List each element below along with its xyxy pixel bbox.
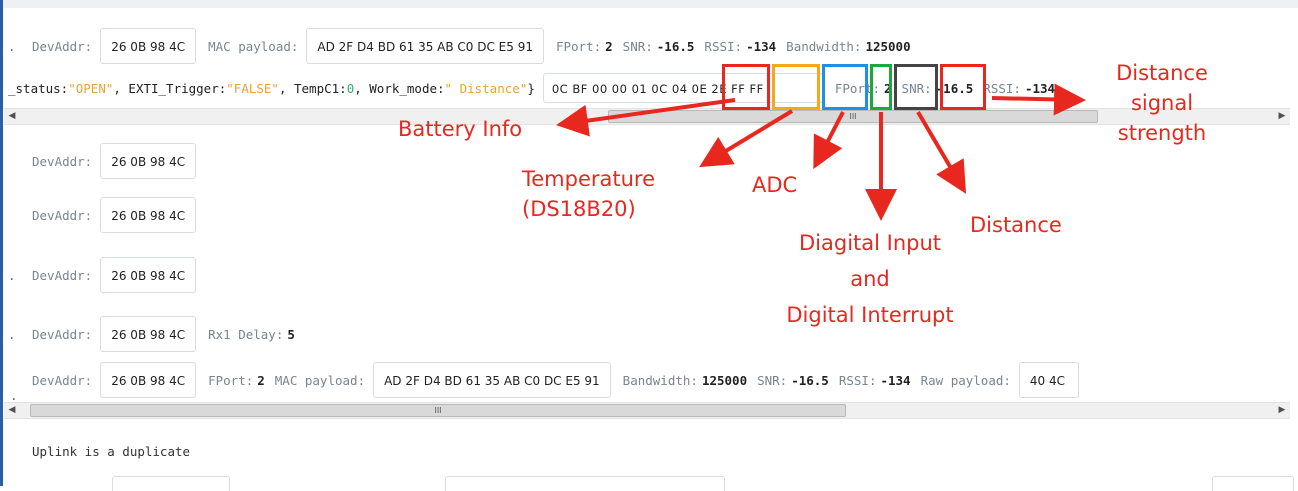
scrollbar-thumb[interactable]: III — [608, 110, 1098, 123]
mac-payload-field[interactable]: AD 2F D4 BD 61 35 AB C0 DC E5 91 — [306, 28, 544, 64]
devaddr-label: DevAddr: — [32, 326, 93, 342]
fport-label: FPort: — [208, 372, 254, 388]
partial-field — [445, 476, 725, 491]
temperature-highlight-box — [772, 64, 820, 110]
fport-value: 2 — [605, 38, 613, 54]
scroll-left-icon[interactable]: ◀ — [4, 109, 20, 124]
row-dot: . — [10, 388, 18, 403]
horizontal-scrollbar[interactable]: ◀ III ▶ — [4, 402, 1290, 419]
battery-highlight-box — [722, 64, 770, 110]
digital-highlight-box — [870, 64, 892, 110]
rx1-delay-value: 5 — [287, 326, 295, 342]
signal-annotation-line2: signal — [1130, 91, 1194, 115]
signal-strength-highlight-box — [940, 64, 986, 110]
uplink-row: . DevAddr: 26 0B 98 4C — [4, 255, 208, 295]
tempc1-label: , TempC1: — [278, 80, 347, 96]
temperature-annotation: Temperature (DS18B20) — [522, 166, 655, 222]
scroll-right-icon[interactable]: ▶ — [1274, 109, 1290, 124]
duplicate-message: Uplink is a duplicate — [32, 444, 191, 459]
status-label: _status: — [8, 80, 69, 96]
row-dot: . — [8, 38, 16, 54]
bandwidth-label: Bandwidth: — [786, 38, 862, 54]
snr-label: SNR: — [622, 38, 653, 54]
scroll-left-icon[interactable]: ◀ — [4, 403, 20, 418]
exti-value: "FALSE" — [226, 80, 279, 96]
signal-strength-annotation: Distance signal strength — [1100, 60, 1224, 146]
snr-value: -16.5 — [656, 38, 695, 54]
devaddr-label: DevAddr: — [32, 153, 93, 169]
devaddr-label: DevAddr: — [32, 372, 93, 388]
fport-label: FPort: — [555, 38, 602, 54]
digital-annotation-line1: Diagital Input — [798, 231, 942, 255]
snr-value: -16.5 — [791, 372, 829, 388]
rssi-label: RSSI: — [704, 38, 743, 54]
signal-annotation-line1: Distance — [1116, 61, 1208, 85]
temperature-annotation-line2: (DS18B20) — [522, 197, 636, 221]
devaddr-label: DevAddr: — [32, 38, 93, 54]
workmode-value: " Distance" — [444, 80, 528, 96]
digital-annotation-line3: Digital Interrupt — [786, 303, 954, 327]
bandwidth-value: 125000 — [865, 38, 911, 54]
scrollbar-thumb[interactable]: III — [30, 404, 846, 417]
distance-highlight-box — [894, 64, 938, 110]
snr-label: SNR: — [757, 372, 788, 388]
scroll-right-icon[interactable]: ▶ — [1274, 403, 1290, 418]
fport-value: 2 — [257, 372, 265, 388]
adc-highlight-box — [822, 64, 868, 110]
uplink-row: DevAddr: 26 0B 98 4C — [4, 195, 208, 235]
devaddr-field[interactable]: 26 0B 98 4C — [100, 362, 197, 398]
devaddr-label: DevAddr: — [32, 267, 93, 283]
signal-annotation-line3: strength — [1117, 121, 1207, 145]
closing-brace: } — [527, 80, 535, 96]
mac-payload-label: MAC payload: — [208, 38, 299, 54]
horizontal-scrollbar[interactable]: ◀ III ▶ — [4, 108, 1290, 125]
raw-payload-field[interactable]: 40 4C — [1018, 362, 1079, 398]
uplink-row: DevAddr: 26 0B 98 4C FPort: 2 MAC payloa… — [4, 360, 1079, 400]
devaddr-field[interactable]: 26 0B 98 4C — [100, 316, 197, 352]
devaddr-field[interactable]: 26 0B 98 4C — [100, 197, 197, 233]
partial-field — [1212, 476, 1294, 491]
uplink-row: DevAddr: 26 0B 98 4C — [4, 141, 208, 181]
rx1-delay-label: Rx1 Delay: — [208, 326, 284, 342]
rssi-value: -134 — [880, 372, 911, 388]
battery-info-annotation: Battery Info — [398, 117, 523, 141]
tempc1-value: 0 — [346, 80, 355, 96]
rssi-label-2: RSSI: — [983, 80, 1021, 96]
mac-payload-field[interactable]: AD 2F D4 BD 61 35 AB C0 DC E5 91 — [373, 362, 611, 398]
partial-field — [112, 476, 230, 491]
rssi-value-2: -134 — [1024, 80, 1056, 96]
temperature-annotation-line1: Temperature — [522, 167, 656, 191]
uplink-row: . DevAddr: 26 0B 98 4C Rx1 Delay: 5 — [4, 314, 305, 354]
window-top-strip — [3, 0, 1298, 8]
digital-annotation: Diagital Input and Digital Interrupt — [766, 230, 974, 328]
mac-payload-label: MAC payload: — [274, 372, 366, 388]
rssi-label: RSSI: — [838, 372, 877, 388]
adc-annotation: ADC — [752, 173, 798, 197]
window-left-border — [0, 0, 3, 486]
rssi-value: -134 — [746, 38, 777, 54]
bandwidth-label: Bandwidth: — [622, 372, 698, 388]
distance-annotation: Distance — [970, 213, 1062, 237]
digital-annotation-line2: and — [850, 267, 890, 291]
row-dot: . — [8, 267, 16, 283]
raw-payload-label: Raw payload: — [920, 372, 1011, 388]
exti-label: , EXTI_Trigger: — [113, 80, 227, 96]
status-value: "OPEN" — [68, 80, 114, 96]
devaddr-field[interactable]: 26 0B 98 4C — [100, 28, 197, 64]
row-dot: . — [8, 326, 16, 342]
devaddr-field[interactable]: 26 0B 98 4C — [100, 257, 197, 293]
uplink-row: . DevAddr: 26 0B 98 4C MAC payload: AD 2… — [4, 26, 921, 66]
devaddr-field[interactable]: 26 0B 98 4C — [100, 143, 197, 179]
workmode-label: , Work_mode: — [354, 80, 445, 96]
devaddr-label: DevAddr: — [32, 207, 93, 223]
bandwidth-value: 125000 — [701, 372, 748, 388]
